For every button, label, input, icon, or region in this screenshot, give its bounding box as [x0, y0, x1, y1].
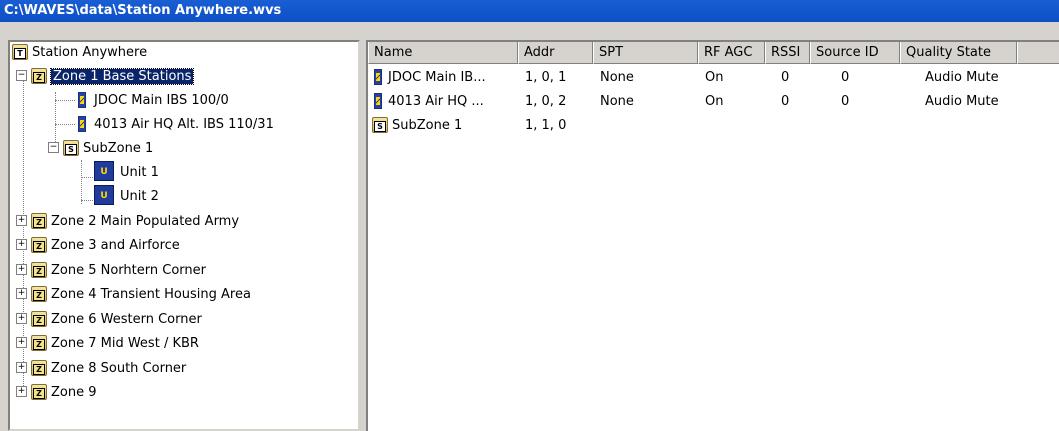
- zone-folder-icon: Z: [31, 261, 47, 278]
- tree-item-zone-2[interactable]: + Z Zone 2 Main Populated Army: [16, 211, 239, 233]
- column-header-rf-agc[interactable]: RF AGC: [698, 42, 765, 64]
- expand-toggle[interactable]: +: [16, 288, 27, 299]
- row-rssi: 0: [781, 94, 790, 109]
- unit-icon: U: [94, 160, 114, 181]
- zone-folder-icon: Z: [31, 334, 47, 351]
- tree-connector: [55, 100, 75, 101]
- table-row[interactable]: JDOC Main IB... 1, 0, 1 None On 0 0 Audi…: [368, 66, 1059, 90]
- row-rf-agc: On: [705, 94, 724, 109]
- row-quality-state: Audio Mute: [925, 70, 999, 85]
- tree-item-unit[interactable]: U Unit 1: [94, 160, 159, 184]
- row-name: 4013 Air HQ ...: [388, 94, 484, 109]
- tree-item-label: SubZone 1: [83, 141, 154, 156]
- row-addr: 1, 0, 2: [525, 94, 567, 109]
- column-header-name[interactable]: Name: [368, 42, 518, 64]
- unit-icon: U: [94, 184, 114, 205]
- collapse-toggle[interactable]: −: [16, 70, 27, 81]
- tree-item-zone-9[interactable]: + Z Zone 9: [16, 382, 97, 404]
- tree-item-label: Zone 7 Mid West / KBR: [51, 336, 199, 351]
- tree-item-label: JDOC Main IBS 100/0: [94, 93, 229, 108]
- tree-item-subzone[interactable]: − S SubZone 1: [48, 138, 153, 160]
- row-rf-agc: On: [705, 70, 724, 85]
- tree-item-station[interactable]: 4013 Air HQ Alt. IBS 110/31: [74, 114, 274, 136]
- row-quality-state: Audio Mute: [925, 94, 999, 109]
- zone-folder-icon: Z: [31, 212, 47, 229]
- tree-item-label: Zone 3 and Airforce: [51, 238, 180, 253]
- detail-list-view[interactable]: Name Addr SPT RF AGC RSSI Source ID Qual…: [366, 40, 1059, 431]
- tree-item-zone-8[interactable]: + Z Zone 8 South Corner: [16, 358, 186, 380]
- base-station-icon: [78, 115, 86, 132]
- subzone-folder-icon: S: [372, 116, 388, 133]
- tree-item-label: Zone 9: [51, 385, 97, 400]
- tree-root-label: Station Anywhere: [32, 45, 148, 60]
- row-addr: 1, 1, 0: [525, 118, 567, 133]
- tree-connector: [81, 200, 93, 201]
- zone-folder-icon: Z: [31, 67, 47, 84]
- zone-folder-icon: Z: [31, 285, 47, 302]
- tree-connector: [81, 177, 93, 178]
- zone-folder-icon: Z: [31, 310, 47, 327]
- zone-folder-icon: Z: [31, 236, 47, 253]
- column-header-rssi[interactable]: RSSI: [765, 42, 810, 64]
- root-folder-icon: T: [12, 43, 28, 60]
- column-header-empty: [1017, 42, 1059, 64]
- column-header-addr[interactable]: Addr: [518, 42, 593, 64]
- base-station-icon: [374, 68, 382, 85]
- expand-toggle[interactable]: +: [16, 239, 27, 250]
- row-name: JDOC Main IB...: [388, 70, 486, 85]
- expand-toggle[interactable]: +: [16, 362, 27, 373]
- zone-folder-icon: Z: [31, 359, 47, 376]
- table-row[interactable]: S SubZone 1 1, 1, 0: [368, 114, 1059, 138]
- expand-toggle[interactable]: +: [16, 215, 27, 226]
- tree-item-zone-5[interactable]: + Z Zone 5 Norhtern Corner: [16, 260, 206, 282]
- subzone-folder-icon: S: [63, 139, 79, 156]
- tree-connector: [81, 160, 82, 204]
- column-header-source-id[interactable]: Source ID: [810, 42, 900, 64]
- table-row[interactable]: 4013 Air HQ ... 1, 0, 2 None On 0 0 Audi…: [368, 90, 1059, 114]
- base-station-icon: [78, 91, 86, 108]
- tree-item-zone-4[interactable]: + Z Zone 4 Transient Housing Area: [16, 284, 251, 306]
- zone-tree[interactable]: T Station Anywhere − Z Zone 1 Base Stations…: [8, 40, 360, 431]
- expand-toggle[interactable]: +: [16, 313, 27, 324]
- tree-item-label: Zone 4 Transient Housing Area: [51, 287, 251, 302]
- tree-item-zone-3[interactable]: + Z Zone 3 and Airforce: [16, 235, 180, 257]
- tree-item-zone-7[interactable]: + Z Zone 7 Mid West / KBR: [16, 333, 199, 355]
- base-station-icon: [374, 92, 382, 109]
- window-title: C:\WAVES\data\Station Anywhere.wvs: [4, 3, 282, 18]
- row-spt: None: [600, 70, 634, 85]
- tree-item-station[interactable]: JDOC Main IBS 100/0: [74, 90, 229, 112]
- tree-item-label: Zone 8 South Corner: [51, 361, 187, 376]
- row-name: SubZone 1: [392, 118, 463, 133]
- expand-toggle[interactable]: +: [16, 386, 27, 397]
- tree-item-label: Unit 2: [120, 189, 159, 204]
- tree-item-label: 4013 Air HQ Alt. IBS 110/31: [94, 117, 274, 132]
- row-rssi: 0: [781, 70, 790, 85]
- collapse-toggle[interactable]: −: [48, 142, 59, 153]
- tree-connector: [55, 124, 75, 125]
- zone-folder-icon: Z: [31, 383, 47, 400]
- tree-item-zone-6[interactable]: + Z Zone 6 Western Corner: [16, 309, 202, 331]
- tree-item-label: Zone 1 Base Stations: [49, 68, 195, 85]
- row-source-id: 0: [841, 70, 850, 85]
- window-title-bar[interactable]: C:\WAVES\data\Station Anywhere.wvs: [0, 0, 1059, 22]
- row-spt: None: [600, 94, 634, 109]
- tree-item-label: Zone 5 Norhtern Corner: [51, 263, 206, 278]
- column-header-spt[interactable]: SPT: [593, 42, 698, 64]
- column-header-quality-state[interactable]: Quality State: [900, 42, 1017, 64]
- expand-toggle[interactable]: +: [16, 337, 27, 348]
- tree-item-label: Zone 6 Western Corner: [51, 312, 202, 327]
- row-addr: 1, 0, 1: [525, 70, 567, 85]
- tree-item-unit[interactable]: U Unit 2: [94, 184, 159, 208]
- tree-item-label: Zone 2 Main Populated Army: [51, 214, 240, 229]
- tree-item-label: Unit 1: [120, 165, 159, 180]
- row-source-id: 0: [841, 94, 850, 109]
- tree-item-zone-1[interactable]: − Z Zone 1 Base Stations: [16, 66, 195, 88]
- tree-root[interactable]: T Station Anywhere: [12, 42, 147, 64]
- expand-toggle[interactable]: +: [16, 264, 27, 275]
